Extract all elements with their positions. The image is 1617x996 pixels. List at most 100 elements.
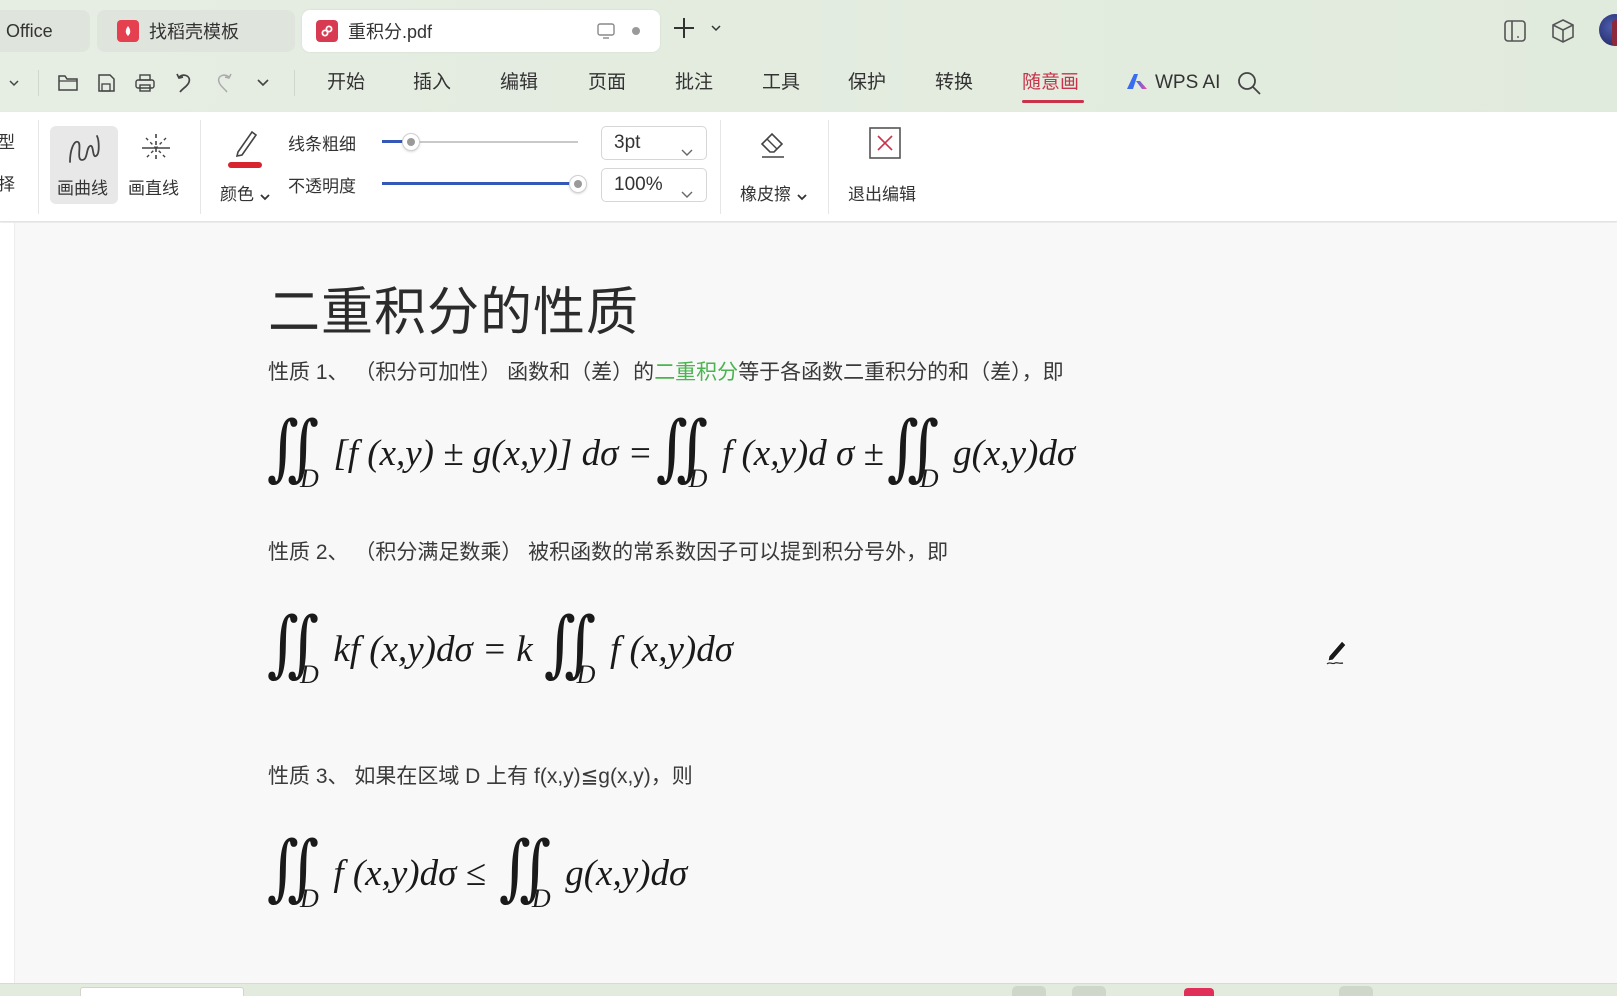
formula-term: f (x,y)dσ <box>609 629 733 670</box>
exit-edit-label: 退出编辑 <box>848 185 916 204</box>
cube-icon[interactable] <box>1550 18 1576 44</box>
eraser-label: 橡皮擦 <box>740 185 791 204</box>
wps-ai-button[interactable]: WPS AI <box>1125 68 1220 98</box>
formula-term: f (x,y)d σ ± <box>721 433 884 474</box>
slider-fill <box>382 182 578 185</box>
curve-icon <box>66 132 102 171</box>
divider <box>38 70 39 96</box>
ribbon-partial-label[interactable]: 型 <box>0 128 15 153</box>
fit-page-button[interactable] <box>1339 986 1373 996</box>
divider <box>200 120 201 214</box>
opacity-slider[interactable] <box>382 174 587 194</box>
folder-icon[interactable] <box>50 66 86 100</box>
slider-handle[interactable] <box>402 133 420 151</box>
color-button[interactable]: 颜色 <box>214 124 276 206</box>
tab-wps-office[interactable]: Office <box>0 10 90 52</box>
color-label: 颜色 <box>220 185 254 204</box>
line-width-label: 线条粗细 <box>288 135 356 154</box>
draw-line-button[interactable]: 画直线 <box>122 126 190 204</box>
exit-edit-button[interactable]: 退出编辑 <box>840 124 928 206</box>
chevron-down-icon <box>680 137 694 169</box>
pdf-page[interactable] <box>14 223 1617 983</box>
tab-pdf-document[interactable]: 重积分.pdf <box>302 10 660 52</box>
recording-indicator[interactable] <box>1184 988 1214 996</box>
layout-icon[interactable] <box>1502 18 1528 44</box>
domain-subscript: D <box>300 660 319 689</box>
double-integral-symbol: ∬ D <box>264 828 319 913</box>
new-tab-button[interactable] <box>672 14 696 48</box>
wps-ai-logo-icon <box>1125 72 1149 95</box>
menu-protect[interactable]: 保护 <box>848 68 886 98</box>
view-mode-button[interactable] <box>1012 986 1046 996</box>
double-integral-symbol: ∬ D <box>653 408 708 493</box>
divider <box>828 120 829 214</box>
domain-subscript: D <box>300 884 319 913</box>
close-box-icon <box>868 126 902 165</box>
line-width-select[interactable]: 3pt <box>601 126 707 160</box>
property-2-text: 性质 2、 （积分满足数乘） 被积函数的常系数因子可以提到积分号外，即 <box>268 541 949 564</box>
menu-freehand-draw[interactable]: 随意画 <box>1022 68 1079 98</box>
menu-tools[interactable]: 工具 <box>762 68 800 98</box>
search-icon[interactable] <box>1236 70 1262 101</box>
document-area <box>0 223 1617 983</box>
pdf-icon <box>316 20 338 42</box>
avatar[interactable] <box>1599 14 1617 46</box>
color-swatch <box>228 162 262 168</box>
domain-subscript: D <box>576 660 596 689</box>
eraser-button[interactable]: 橡皮擦 <box>730 124 816 206</box>
unsaved-dot-icon <box>632 27 640 35</box>
sparkle-line-icon <box>138 130 174 171</box>
ribbon-partial-label[interactable]: 择 <box>0 170 15 195</box>
formula-3: ∬ D f (x,y)dσ ≤ ∬ D g(x,y)dσ <box>264 828 688 913</box>
integral-glyph: ∬ <box>655 408 708 488</box>
chevron-down-icon <box>797 188 807 206</box>
docer-icon <box>117 20 139 42</box>
divider <box>720 120 721 214</box>
menu-comment[interactable]: 批注 <box>675 68 713 98</box>
property-1-text: 性质 1、 （积分可加性） 函数和（差）的二重积分等于各函数二重积分的和（差），… <box>268 356 1064 386</box>
save-icon[interactable] <box>88 66 124 100</box>
menu-insert[interactable]: 插入 <box>413 68 451 98</box>
formula-term: g(x,y)dσ <box>565 853 688 894</box>
screen-icon[interactable] <box>596 22 616 45</box>
more-chevron-icon[interactable] <box>245 66 281 100</box>
chevron-down-icon[interactable] <box>710 20 722 38</box>
undo-icon[interactable] <box>166 66 202 100</box>
menu-page[interactable]: 页面 <box>588 68 626 98</box>
tab-label: Office <box>6 20 53 41</box>
draw-curve-button[interactable]: 画曲线 <box>50 126 118 204</box>
integral-glyph: ∬ <box>266 604 319 684</box>
ribbon-toolbar: 型 择 画曲线 画直线 颜色 线条粗细 不透明度 3pt 100% 橡皮擦 退出… <box>0 112 1617 222</box>
status-bar <box>0 983 1617 996</box>
domain-subscript: D <box>300 464 319 493</box>
page-number-input[interactable] <box>80 987 244 996</box>
menu-convert[interactable]: 转换 <box>935 68 973 98</box>
quick-access-menu-chevron[interactable] <box>0 66 32 100</box>
draw-line-label: 画直线 <box>128 179 179 198</box>
line-width-value: 3pt <box>614 132 641 153</box>
formula-term: kf (x,y)dσ = k <box>333 629 533 670</box>
single-page-button[interactable] <box>1072 986 1106 996</box>
line-width-slider[interactable] <box>382 132 582 152</box>
tab-label: 重积分.pdf <box>348 22 433 42</box>
pen-icon <box>228 126 262 165</box>
wps-ai-label: WPS AI <box>1155 72 1221 93</box>
slider-handle[interactable] <box>569 175 587 193</box>
menu-start[interactable]: 开始 <box>327 68 365 98</box>
domain-subscript: D <box>688 464 708 493</box>
double-integral-symbol: ∬ D <box>264 408 319 493</box>
text-span: 性质 1、 （积分可加性） 函数和（差）的 <box>268 361 655 384</box>
menu-edit[interactable]: 编辑 <box>500 68 538 98</box>
formula-1: ∬ D [f (x,y) ± g(x,y)] dσ = ∬ D f (x,y)d σ… <box>264 408 1075 493</box>
redo-icon[interactable] <box>206 66 242 100</box>
document-heading: 二重积分的性质 <box>268 284 640 342</box>
double-integral-symbol: ∬ D <box>541 604 596 689</box>
double-integral-symbol: ∬ D <box>884 408 939 493</box>
integral-glyph: ∬ <box>266 408 319 488</box>
tab-docer-templates[interactable]: 找稻壳模板 <box>97 10 295 52</box>
opacity-select[interactable]: 100% <box>601 168 707 202</box>
opacity-value: 100% <box>614 174 663 195</box>
eraser-icon <box>756 126 790 165</box>
print-icon[interactable] <box>127 66 163 100</box>
title-bar: Office 找稻壳模板 重积分.pdf 开始 插入 编辑 页面 批注 工具 保… <box>0 0 1617 112</box>
